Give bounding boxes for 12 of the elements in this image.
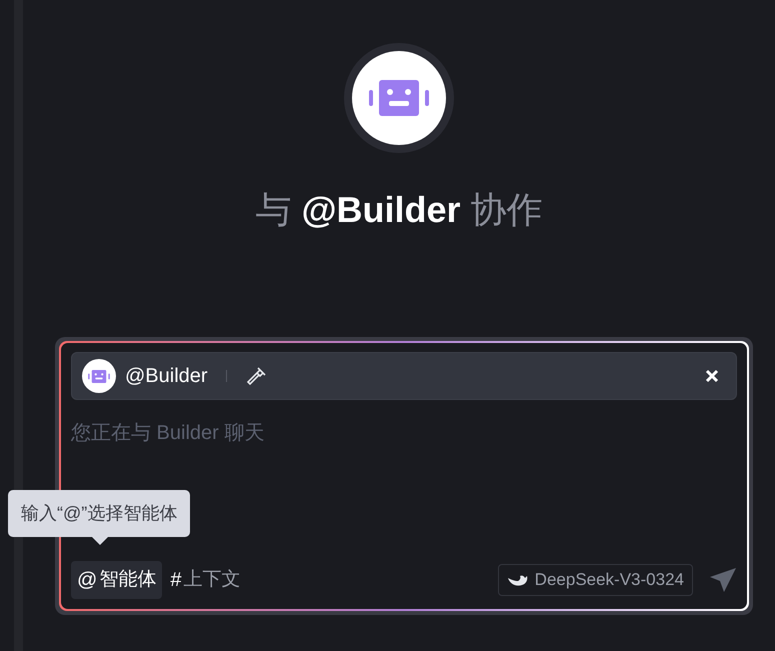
close-icon	[705, 369, 719, 383]
model-selector[interactable]: DeepSeek-V3-0324	[498, 564, 693, 596]
tool-button[interactable]: @智能体	[71, 561, 162, 599]
message-input[interactable]: 您正在与 Builder 聊天	[71, 418, 737, 448]
tool-button[interactable]: #上下文	[166, 561, 244, 599]
robot-icon	[88, 370, 110, 382]
send-icon[interactable]	[709, 567, 737, 593]
heading: 与 @Builder 协作	[255, 188, 543, 232]
agent-name: @Builder	[125, 364, 208, 389]
robot-icon	[369, 80, 429, 116]
tooltip: 输入“@”选择智能体	[8, 490, 190, 537]
tooltip-arrow	[92, 537, 108, 545]
